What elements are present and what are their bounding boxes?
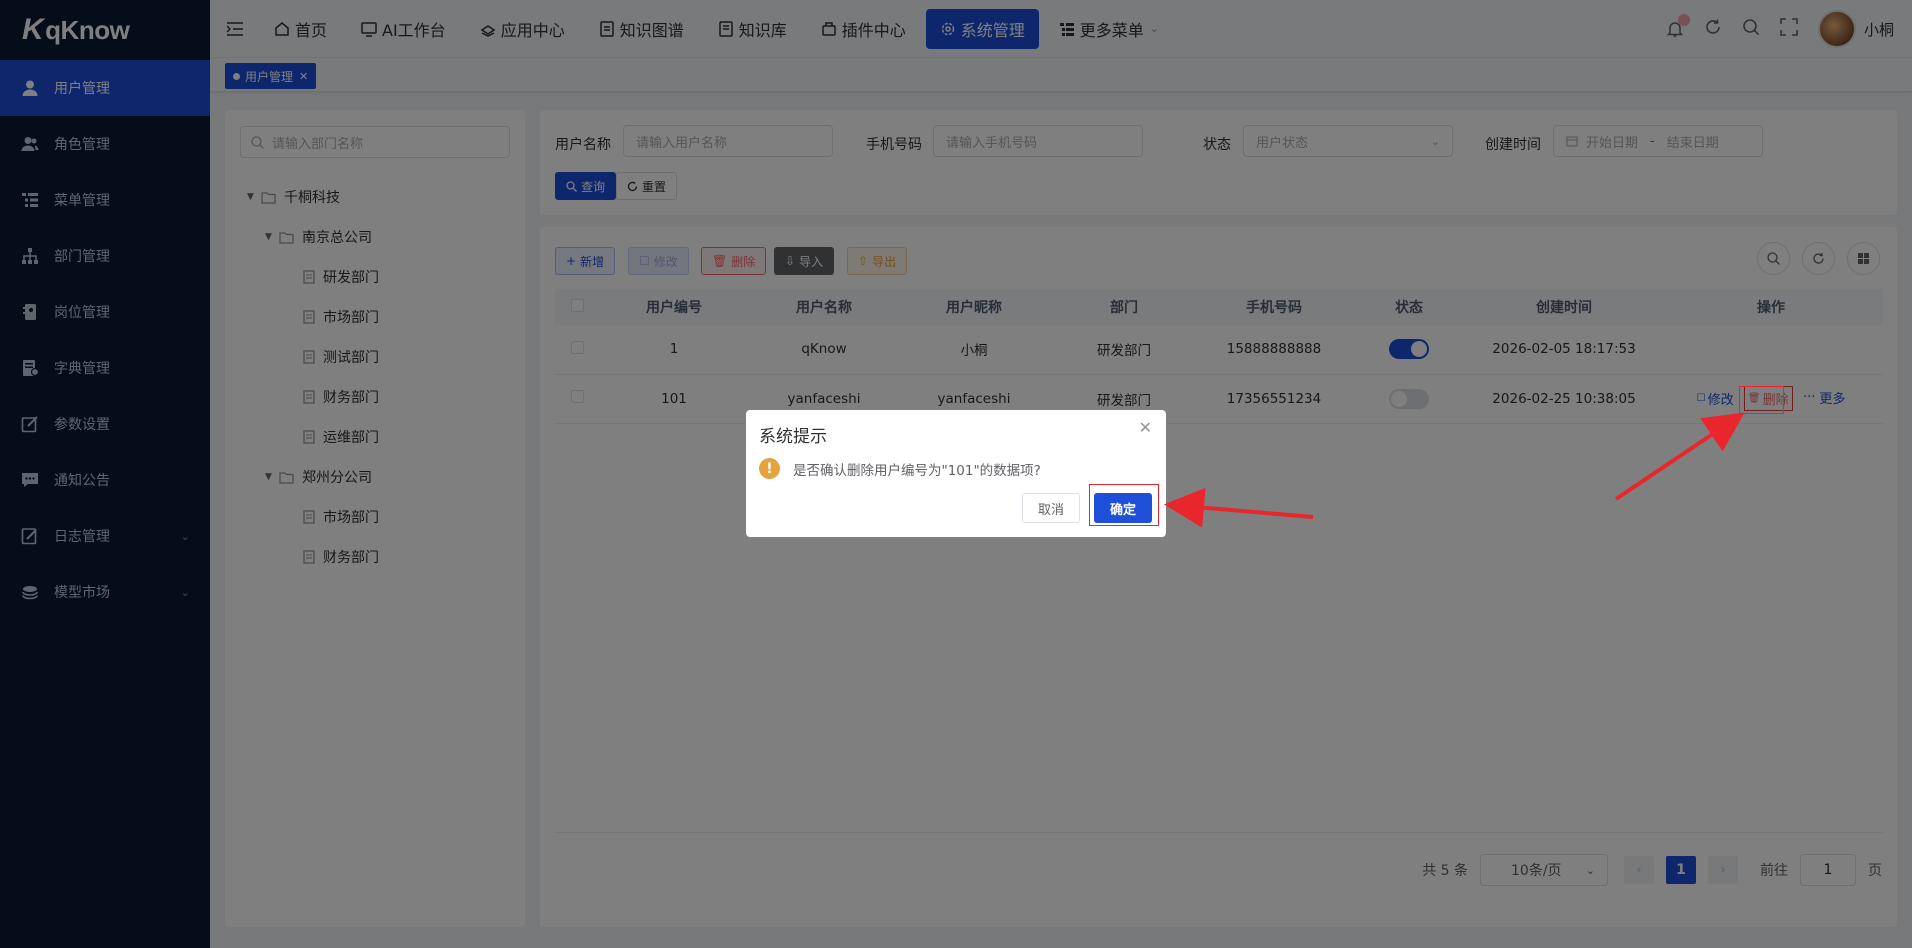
cancel-button[interactable]: 取消 [1022, 493, 1080, 523]
dialog-message-text: 是否确认删除用户编号为"101"的数据项? [793, 462, 1041, 479]
close-icon[interactable]: ✕ [1139, 418, 1152, 437]
dialog-message: ! 是否确认删除用户编号为"101"的数据项? [759, 458, 1041, 479]
delete-highlight-box [1739, 386, 1784, 414]
warning-icon: ! [759, 458, 780, 479]
dialog-title: 系统提示 [759, 427, 827, 447]
confirm-highlight-box [1089, 484, 1159, 526]
